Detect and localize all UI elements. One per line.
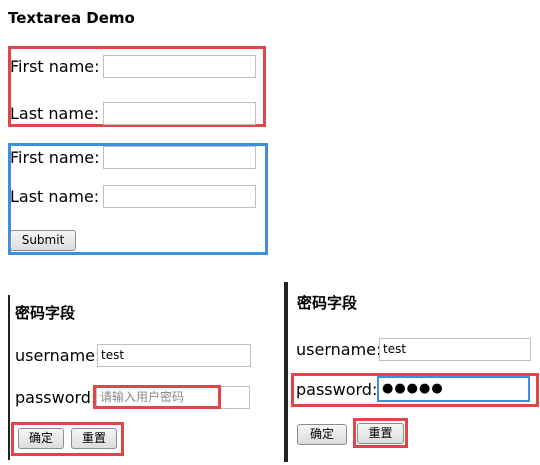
page-title: Textarea Demo: [8, 9, 135, 27]
last-name-input[interactable]: [103, 102, 256, 125]
submit-button[interactable]: Submit: [10, 230, 76, 251]
first-name-label: First name:: [10, 57, 100, 76]
reset-button[interactable]: 重置: [71, 428, 117, 449]
first-name-input[interactable]: [103, 55, 256, 78]
right-panel-divider: [284, 282, 288, 462]
password-input-highlight: [93, 385, 221, 409]
first-name-input-2[interactable]: [103, 146, 256, 169]
confirm-button[interactable]: 确定: [18, 428, 64, 449]
username-label-2: username:: [296, 340, 382, 359]
left-panel-title: 密码字段: [15, 304, 76, 322]
password-row-highlight: [291, 373, 539, 407]
last-name-label: Last name:: [10, 104, 100, 123]
reset-button-2[interactable]: 重置: [357, 423, 404, 444]
left-panel-divider: [8, 295, 10, 460]
last-name-input-2[interactable]: [103, 185, 256, 208]
username-input-2[interactable]: test: [379, 338, 531, 361]
last-name-label-2: Last name:: [10, 187, 100, 206]
right-panel-title: 密码字段: [297, 294, 358, 312]
first-name-label-2: First name:: [10, 148, 100, 167]
password-label: password:: [15, 388, 97, 407]
confirm-button-2[interactable]: 确定: [297, 424, 347, 445]
username-input[interactable]: test: [97, 344, 251, 367]
username-label: username:: [15, 346, 101, 365]
